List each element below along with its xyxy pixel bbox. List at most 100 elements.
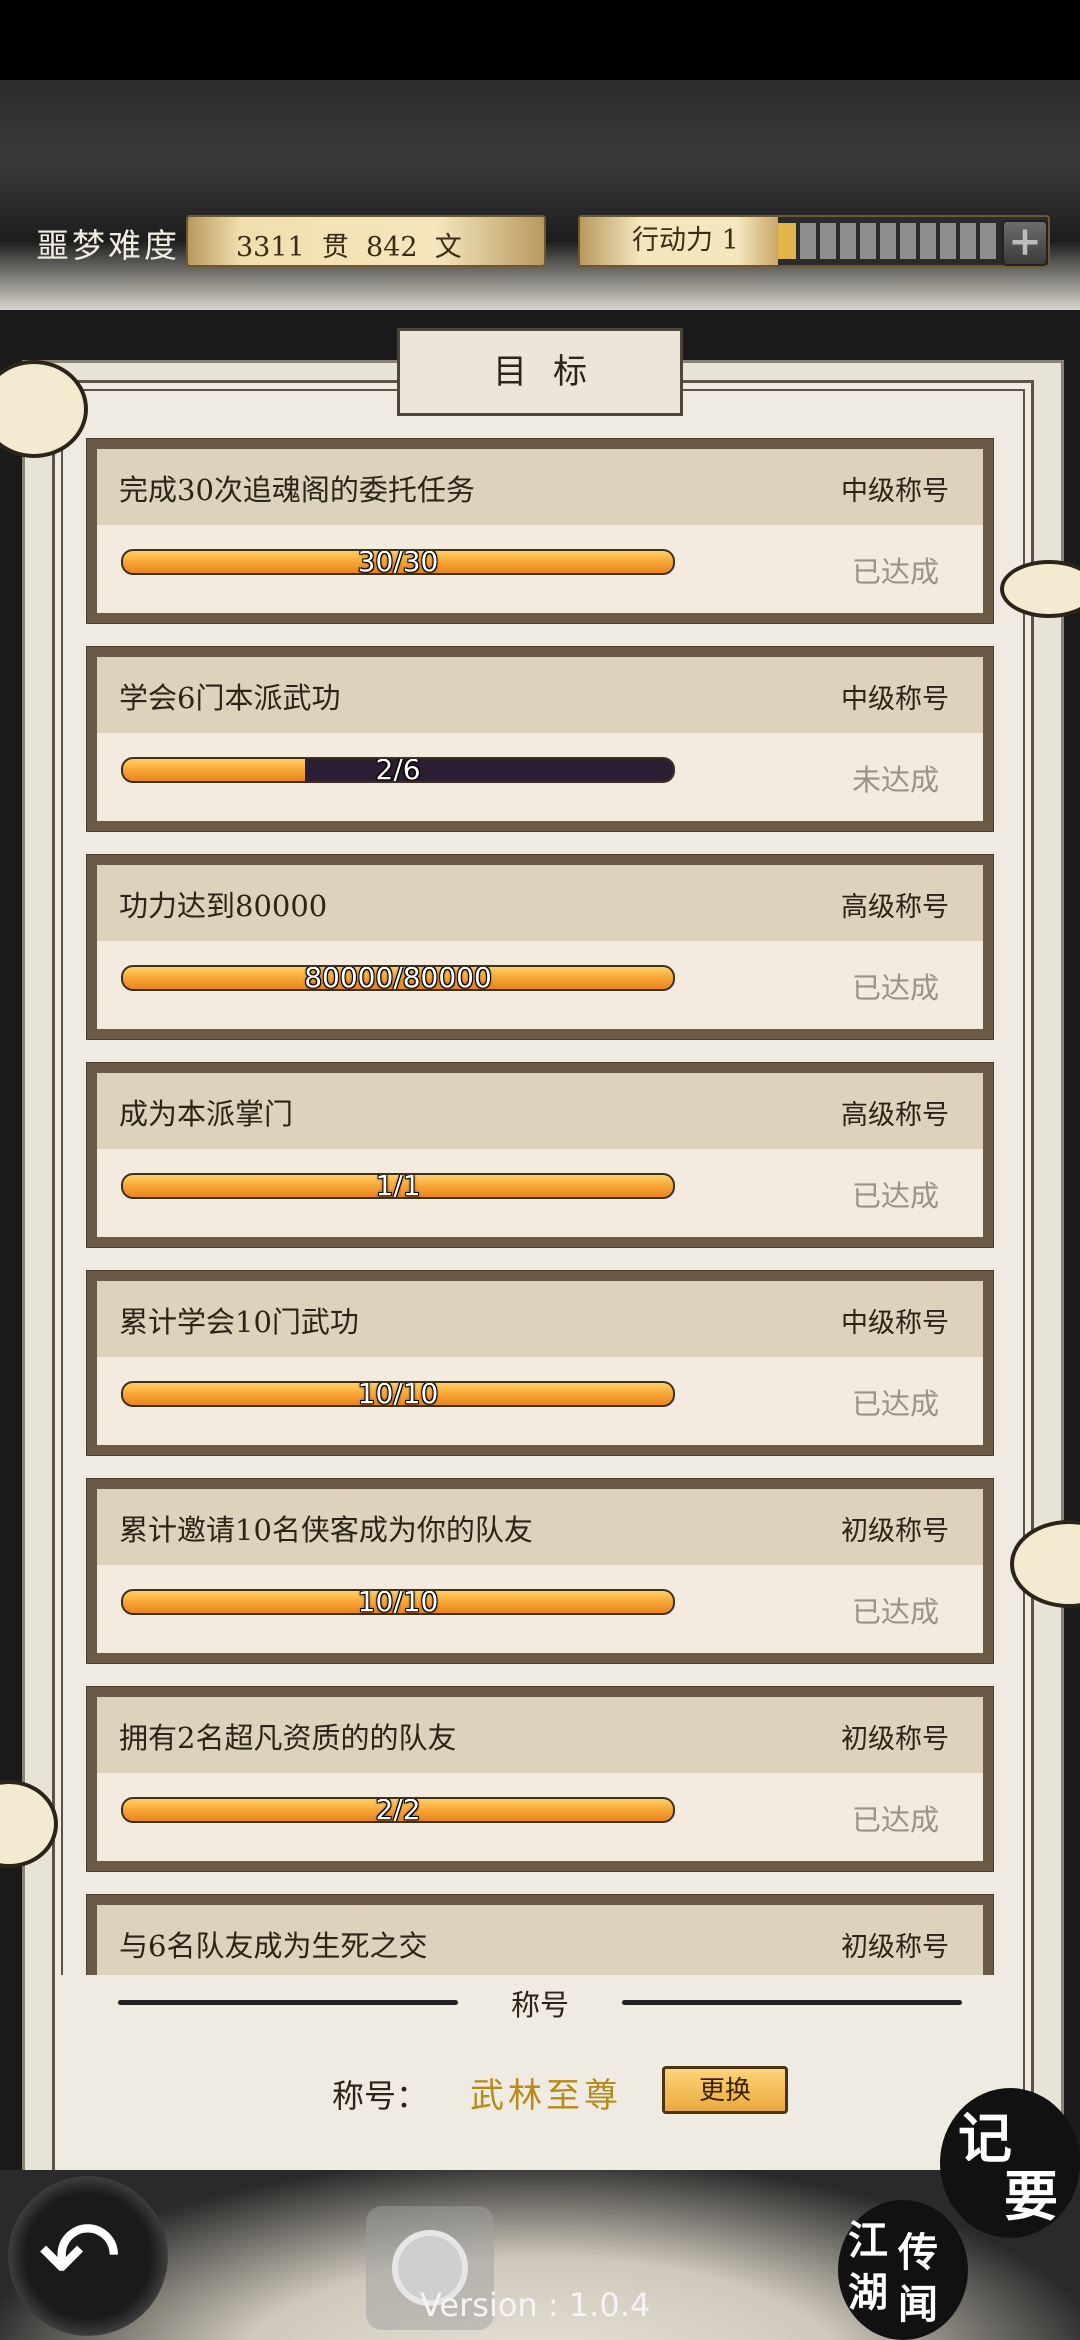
task-progress-bar: 1/1: [121, 1173, 675, 1199]
divider-right: [622, 2000, 962, 2005]
task-progress-bar: 80000/80000: [121, 965, 675, 991]
panel-title: 目标: [397, 328, 683, 416]
task-progress-bar: 30/30: [121, 549, 675, 575]
task-progress-bar: 10/10: [121, 1589, 675, 1615]
task-reward-rank: 中级称号: [841, 476, 949, 507]
task-card-header: 与6名队友成为生死之交 初级称号: [97, 1905, 983, 1978]
task-name: 功力达到80000: [119, 889, 328, 923]
version-label: Version : 1.0.4: [420, 2286, 651, 2324]
action-point-segment: [980, 223, 996, 259]
task-progress-text: 10/10: [357, 1589, 439, 1615]
task-reward-rank: 中级称号: [841, 1308, 949, 1339]
status-bar: [0, 0, 1080, 80]
action-points-segments: [800, 223, 996, 259]
rumors-char-2: 湖: [848, 2269, 888, 2316]
task-card-body: 10/10 已达成: [97, 1565, 983, 1653]
back-button[interactable]: ↶: [8, 2176, 168, 2336]
task-progress-bar: 2/2: [121, 1797, 675, 1823]
action-points-fill: [778, 223, 796, 259]
ink-painting-header: [0, 80, 1080, 310]
notes-char-2: 要: [1004, 2164, 1058, 2228]
task-name: 完成30次追魂阁的委托任务: [119, 473, 475, 507]
task-card: 功力达到80000 高级称号 80000/80000 已达成: [86, 854, 994, 1040]
task-progress-text: 1/1: [375, 1173, 421, 1199]
task-progress-text: 80000/80000: [304, 965, 492, 991]
task-card-header: 功力达到80000 高级称号: [97, 865, 983, 941]
task-card: 完成30次追魂阁的委托任务 中级称号 30/30 已达成: [86, 438, 994, 624]
task-progress-bar: 10/10: [121, 1381, 675, 1407]
task-progress-bar: 2/6: [121, 757, 675, 783]
task-name: 成为本派掌门: [119, 1097, 294, 1131]
title-label: 称号：: [332, 2077, 429, 2115]
task-card: 学会6门本派武功 中级称号 2/6 未达成: [86, 646, 994, 832]
top-bar: 噩梦难度 3311 贯 842 文 + 行动力 1 +: [0, 205, 1080, 275]
task-name: 学会6门本派武功: [119, 681, 341, 715]
task-status: 已达成: [851, 971, 939, 1005]
task-reward-rank: 高级称号: [841, 1100, 949, 1131]
action-points-display: 行动力 1 +: [578, 215, 1050, 267]
money-display: 3311 贯 842 文 +: [186, 215, 728, 267]
action-point-segment: [840, 223, 856, 259]
action-point-segment: [920, 223, 936, 259]
task-card-header: 成为本派掌门 高级称号: [97, 1073, 983, 1149]
difficulty-label: 噩梦难度: [36, 226, 180, 265]
task-status: 已达成: [851, 555, 939, 589]
task-card-header: 累计邀请10名侠客成为你的队友 初级称号: [97, 1489, 983, 1565]
task-name: 拥有2名超凡资质的的队友: [119, 1721, 457, 1755]
task-reward-rank: 初级称号: [841, 1724, 949, 1755]
task-status: 已达成: [851, 1595, 939, 1629]
task-card-header: 拥有2名超凡资质的的队友 初级称号: [97, 1697, 983, 1773]
task-card: 成为本派掌门 高级称号 1/1 已达成: [86, 1062, 994, 1248]
task-card: 与6名队友成为生死之交 初级称号: [86, 1894, 994, 1978]
action-point-segment: [820, 223, 836, 259]
task-reward-rank: 初级称号: [841, 1516, 949, 1547]
task-progress-text: 30/30: [357, 549, 439, 575]
task-name: 累计学会10门武功: [119, 1305, 359, 1339]
divider-left: [118, 2000, 458, 2005]
action-point-segment: [900, 223, 916, 259]
action-point-segment: [940, 223, 956, 259]
task-card-body: 30/30 已达成: [97, 525, 983, 613]
plus-icon: +: [1008, 218, 1042, 265]
task-list[interactable]: 完成30次追魂阁的委托任务 中级称号 30/30 已达成 学会6门本派武功 中级…: [86, 438, 994, 1978]
task-card-body: 1/1 已达成: [97, 1149, 983, 1237]
task-card-header: 学会6门本派武功 中级称号: [97, 657, 983, 733]
task-card-body: 2/6 未达成: [97, 733, 983, 821]
task-reward-rank: 高级称号: [841, 892, 949, 923]
task-card-header: 完成30次追魂阁的委托任务 中级称号: [97, 449, 983, 525]
action-point-segment: [800, 223, 816, 259]
notes-button[interactable]: 记 要: [940, 2088, 1080, 2238]
task-card: 累计邀请10名侠客成为你的队友 初级称号 10/10 已达成: [86, 1478, 994, 1664]
action-point-segment: [860, 223, 876, 259]
task-status: 已达成: [851, 1387, 939, 1421]
task-status: 已达成: [851, 1179, 939, 1213]
task-card-body: 10/10 已达成: [97, 1357, 983, 1445]
current-title-value: 武林至尊: [470, 2076, 622, 2116]
task-card-body: 80000/80000 已达成: [97, 941, 983, 1029]
rumors-char-4: 闻: [898, 2281, 938, 2328]
add-action-points-button[interactable]: +: [1002, 220, 1048, 266]
task-status: 已达成: [851, 1803, 939, 1837]
title-section-heading: 称号: [510, 1988, 569, 2022]
task-card: 拥有2名超凡资质的的队友 初级称号 2/2 已达成: [86, 1686, 994, 1872]
task-card-header: 累计学会10门武功 中级称号: [97, 1281, 983, 1357]
task-name: 累计邀请10名侠客成为你的队友: [119, 1513, 533, 1547]
rumors-char-1: 江: [848, 2217, 888, 2264]
task-progress-text: 2/6: [375, 757, 421, 783]
action-points-label: 行动力 1: [580, 217, 778, 265]
change-title-button[interactable]: 更换: [662, 2066, 788, 2114]
task-status: 未达成: [851, 763, 939, 797]
rumors-char-3: 传: [898, 2229, 938, 2276]
task-progress-text: 2/2: [375, 1797, 421, 1823]
task-card: 累计学会10门武功 中级称号 10/10 已达成: [86, 1270, 994, 1456]
action-point-segment: [880, 223, 896, 259]
task-progress-text: 10/10: [357, 1381, 439, 1407]
action-point-segment: [960, 223, 976, 259]
back-arrow-icon: ↶: [38, 2198, 122, 2315]
money-amount: 3311 贯 842 文: [236, 232, 462, 263]
task-reward-rank: 中级称号: [841, 684, 949, 715]
task-reward-rank: 初级称号: [841, 1932, 949, 1963]
task-name: 与6名队友成为生死之交: [119, 1929, 428, 1963]
task-card-body: 2/2 已达成: [97, 1773, 983, 1861]
rumors-button[interactable]: 江 湖 传 闻: [838, 2200, 968, 2340]
